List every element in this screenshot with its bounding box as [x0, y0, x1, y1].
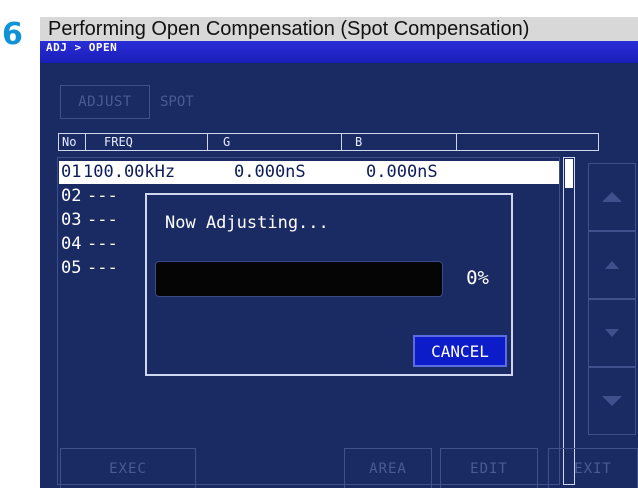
page-down-button[interactable]: [588, 367, 636, 435]
exec-button[interactable]: EXEC: [60, 448, 196, 488]
scrollbar[interactable]: [563, 157, 575, 485]
arrow-up-large-icon: [602, 192, 622, 202]
step-number: 6: [2, 17, 23, 52]
arrow-down-large-icon: [602, 396, 622, 406]
edit-button[interactable]: EDIT: [440, 448, 538, 488]
table-header: No FREQ G B: [58, 133, 599, 151]
page-up-button[interactable]: [588, 163, 636, 231]
row-freq: ---: [87, 186, 118, 206]
scroll-up-button[interactable]: [588, 231, 636, 299]
row-b: 0.000nS: [366, 162, 438, 182]
progress-bar: [155, 261, 443, 297]
breadcrumb: ADJ > OPEN: [46, 41, 118, 54]
dialog-message: Now Adjusting...: [165, 213, 329, 233]
scroll-down-button[interactable]: [588, 299, 636, 367]
header-g: G: [223, 135, 231, 149]
spot-button[interactable]: SPOT: [160, 85, 194, 119]
header-divider: [85, 134, 86, 150]
header-no: No: [62, 135, 77, 149]
row-no: 02: [61, 186, 82, 206]
arrow-up-small-icon: [605, 261, 619, 269]
arrow-down-small-icon: [605, 329, 619, 337]
instrument-screen: ADJ > OPEN ADJUST SPOT No FREQ G B 01 10…: [40, 41, 638, 488]
row-no: 04: [61, 234, 82, 254]
header-freq: FREQ: [104, 135, 133, 149]
row-g: 0.000nS: [234, 162, 306, 182]
row-no: 01: [61, 162, 82, 182]
step-title: Performing Open Compensation (Spot Compe…: [48, 18, 530, 40]
exit-button[interactable]: EXIT: [548, 448, 638, 488]
header-divider: [207, 134, 208, 150]
table-row[interactable]: 01 100.00kHz 0.000nS 0.000nS: [59, 161, 559, 184]
scrollbar-thumb[interactable]: [565, 159, 573, 188]
row-no: 05: [61, 258, 82, 278]
header-divider: [341, 134, 342, 150]
adjusting-dialog: Now Adjusting... 0% CANCEL: [145, 193, 513, 376]
header-b: B: [355, 135, 363, 149]
row-freq: ---: [87, 210, 118, 230]
row-no: 03: [61, 210, 82, 230]
cancel-button[interactable]: CANCEL: [413, 335, 507, 367]
progress-percent: 0%: [466, 267, 489, 289]
adjust-button[interactable]: ADJUST: [60, 85, 150, 119]
row-freq: ---: [87, 234, 118, 254]
header-divider: [456, 134, 457, 150]
breadcrumb-bar: ADJ > OPEN: [40, 41, 638, 63]
area-button[interactable]: AREA: [344, 448, 432, 488]
row-freq: ---: [87, 258, 118, 278]
row-freq: 100.00kHz: [83, 162, 176, 182]
